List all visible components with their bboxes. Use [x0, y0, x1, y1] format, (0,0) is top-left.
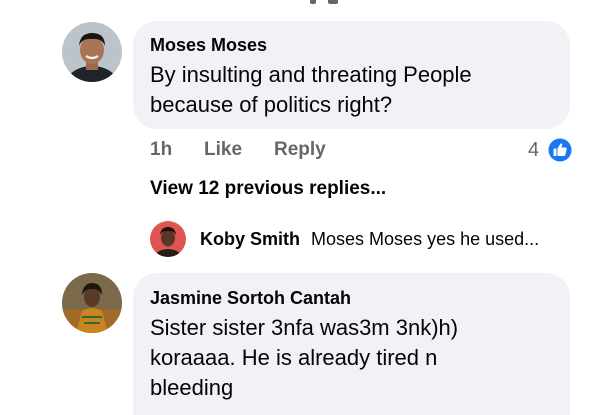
reply-button[interactable]: Reply: [274, 138, 326, 162]
comment-author[interactable]: Moses Moses: [150, 34, 267, 56]
comment-text: Sister sister 3nfa was3m 3nk)h) koraaaa.…: [150, 313, 458, 403]
reply-author[interactable]: Koby Smith: [200, 229, 300, 249]
comment-text-line: because of politics right?: [150, 92, 393, 117]
reply-preview[interactable]: Koby Smith Moses Moses yes he used...: [200, 228, 539, 250]
like-button[interactable]: Like: [204, 138, 242, 162]
thumbs-up-icon[interactable]: [546, 136, 574, 164]
profile-photo-icon: [62, 273, 122, 333]
comment-text-line: By insulting and threating People: [150, 62, 472, 87]
comment-text-line: koraaaa. He is already tired n: [150, 345, 438, 370]
comment-thread: Moses Moses By insulting and threating P…: [0, 0, 600, 415]
profile-photo-icon: [150, 221, 186, 257]
avatar[interactable]: [150, 221, 186, 257]
comment-author[interactable]: Jasmine Sortoh Cantah: [150, 287, 351, 309]
comment-text-line: bleeding: [150, 375, 234, 400]
comment-text: By insulting and threating People becaus…: [150, 60, 472, 120]
comment-timestamp[interactable]: 1h: [150, 138, 172, 162]
comment-text-line: Sister sister 3nfa was3m 3nk)h): [150, 315, 459, 340]
profile-photo-icon: [62, 22, 122, 82]
reply-snippet: Moses Moses yes he used...: [311, 229, 540, 249]
avatar[interactable]: [62, 273, 122, 333]
cut-off-content: [290, 0, 350, 6]
reaction-count[interactable]: 4: [528, 138, 539, 162]
view-previous-replies-link[interactable]: View 12 previous replies...: [150, 177, 386, 201]
avatar[interactable]: [62, 22, 122, 82]
comment-actions: 1h Like Reply: [150, 138, 350, 162]
